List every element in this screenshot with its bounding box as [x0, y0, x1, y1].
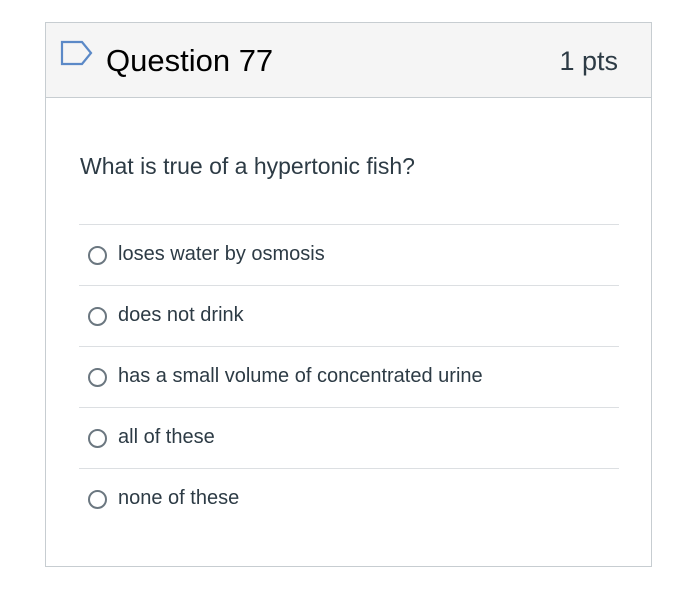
radio-button[interactable] [88, 245, 107, 265]
question-title: Question 77 [106, 43, 274, 78]
answer-label: none of these [118, 487, 240, 509]
answer-option[interactable]: has a small volume of concentrated urine [79, 346, 619, 407]
question-header: Question 77 1 pts [46, 23, 651, 98]
answer-option[interactable]: loses water by osmosis [79, 224, 619, 285]
answer-label: all of these [118, 426, 215, 448]
answer-option[interactable]: all of these [79, 407, 619, 468]
question-card: Question 77 1 pts What is true of a hype… [45, 22, 652, 567]
answer-option[interactable]: does not drink [79, 285, 619, 346]
radio-button[interactable] [88, 428, 107, 448]
answer-label: loses water by osmosis [118, 243, 325, 265]
answer-label: has a small volume of concentrated urine [118, 365, 483, 387]
bookmark-flag-icon[interactable] [60, 40, 94, 70]
question-points: 1 pts [559, 46, 618, 76]
radio-button[interactable] [88, 489, 107, 509]
answer-list: loses water by osmosis does not drink ha… [79, 224, 619, 529]
answer-option[interactable]: none of these [79, 468, 619, 529]
radio-button[interactable] [88, 367, 107, 387]
answer-label: does not drink [118, 304, 244, 326]
question-text: What is true of a hypertonic fish? [80, 153, 415, 179]
radio-button[interactable] [88, 306, 107, 326]
